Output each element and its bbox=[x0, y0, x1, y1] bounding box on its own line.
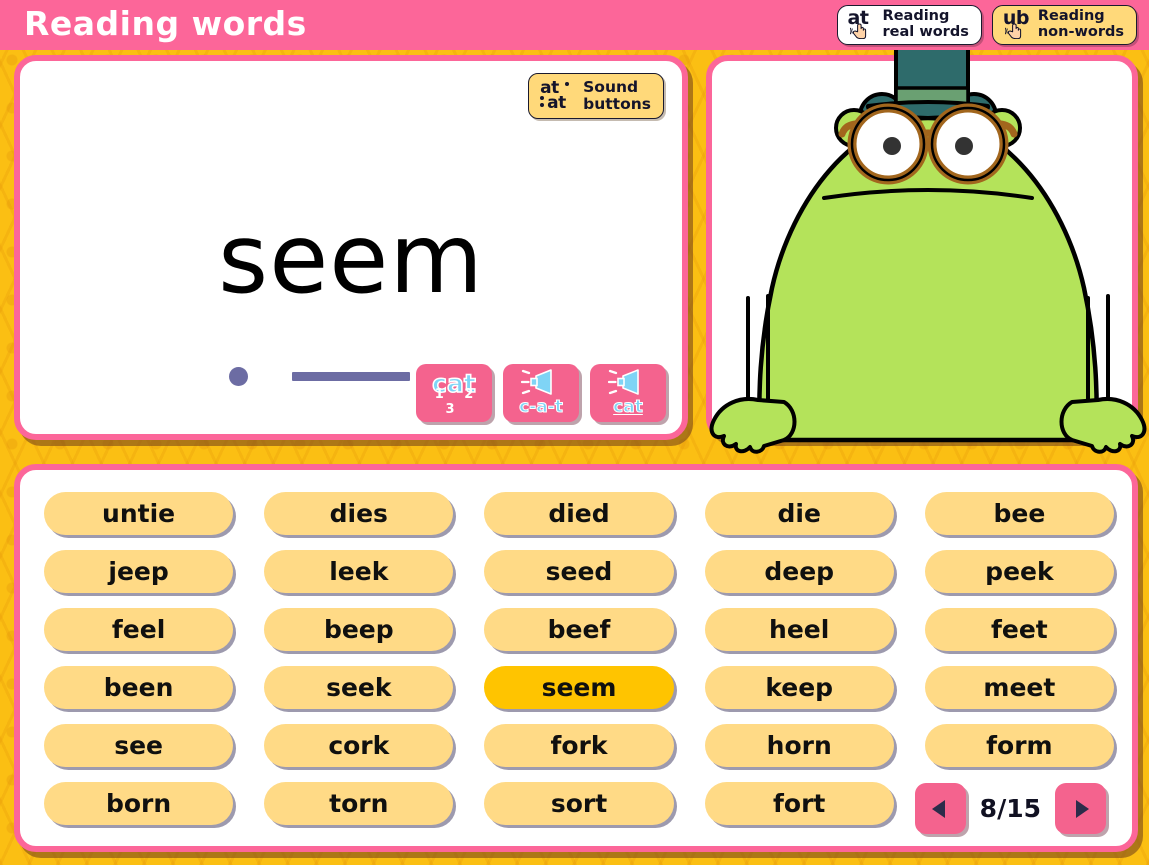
phoneme-bar-ee bbox=[292, 371, 410, 381]
sound-buttons-chip[interactable]: at at Sound buttons bbox=[528, 73, 664, 119]
frog-pupil-left bbox=[883, 137, 901, 155]
word-chip[interactable]: beep bbox=[264, 607, 454, 651]
cat-123-icon-numbers: 1 2 3 bbox=[434, 387, 482, 417]
word-chip[interactable]: feet bbox=[924, 607, 1114, 651]
word-chip[interactable]: feel bbox=[44, 607, 234, 651]
word-action-button-row: cat 1 2 3 c-a-t cat bbox=[416, 364, 666, 422]
word-chip[interactable]: untie bbox=[44, 491, 234, 535]
word-chip[interactable]: born bbox=[44, 781, 234, 825]
mode-button-group: at Reading real words ub Reading non-wor… bbox=[836, 5, 1137, 45]
word-chip[interactable]: peek bbox=[924, 549, 1114, 593]
mode-button-reading-real-words[interactable]: at Reading real words bbox=[836, 5, 982, 45]
word-grid-panel: untie dies died die bee jeep leek seed deep peek f… bbox=[14, 464, 1138, 852]
word-chip[interactable]: sort bbox=[484, 781, 674, 825]
word-chip[interactable]: heel bbox=[704, 607, 894, 651]
word-chip[interactable]: die bbox=[704, 491, 894, 535]
app-header: Reading words at Reading real words ub R… bbox=[0, 0, 1149, 50]
word-display-panel: at at Sound buttons seem cat 1 2 3 c-a-t… bbox=[14, 55, 688, 440]
word-chip[interactable]: torn bbox=[264, 781, 454, 825]
word-chip[interactable]: form bbox=[924, 723, 1114, 767]
prev-page-button[interactable] bbox=[914, 783, 966, 834]
mode-button-reading-non-words[interactable]: ub Reading non-words bbox=[991, 5, 1137, 45]
frog-right-hand bbox=[1059, 397, 1147, 454]
sound-icon-dot bbox=[565, 82, 570, 86]
pointing-hand-glyph bbox=[1004, 23, 1021, 39]
page-title: Reading words bbox=[24, 4, 307, 43]
word-chip[interactable]: keep bbox=[704, 665, 894, 709]
word-chip[interactable]: died bbox=[484, 491, 674, 535]
frog-teacher-character bbox=[709, 10, 1147, 454]
sound-buttons-icon: at at bbox=[537, 78, 577, 114]
word-chip[interactable]: seek bbox=[264, 665, 454, 709]
at-hand-icon: at bbox=[846, 7, 876, 42]
mode-button-label: Reading real words bbox=[882, 8, 969, 40]
sound-icon-dot bbox=[540, 96, 545, 100]
speaker-icon bbox=[521, 369, 552, 395]
word-chip[interactable]: been bbox=[44, 665, 234, 709]
word-chip[interactable]: horn bbox=[704, 723, 894, 767]
frog-body bbox=[757, 115, 1099, 443]
speaker-icon bbox=[608, 369, 639, 395]
sound-out-word-button[interactable]: c-a-t bbox=[503, 364, 579, 422]
word-chip[interactable]: see bbox=[44, 723, 234, 767]
word-chip[interactable]: beef bbox=[484, 607, 674, 651]
frog-pupil-right bbox=[955, 137, 973, 155]
word-chip[interactable]: fork bbox=[484, 723, 674, 767]
word-chip[interactable]: dies bbox=[264, 491, 454, 535]
character-clip bbox=[706, 10, 1147, 454]
word-chip[interactable]: seed bbox=[484, 549, 674, 593]
sound-buttons-toggle-button[interactable]: cat 1 2 3 bbox=[416, 364, 492, 422]
sound-buttons-chip-label: Sound buttons bbox=[583, 78, 651, 113]
pager: 8/15 bbox=[914, 783, 1106, 834]
word-chip[interactable]: meet bbox=[924, 665, 1114, 709]
word-chip[interactable]: bee bbox=[924, 491, 1114, 535]
word-chip[interactable]: cork bbox=[264, 723, 454, 767]
sound-icon-letters-bottom: at bbox=[547, 93, 566, 113]
next-page-button[interactable] bbox=[1055, 783, 1106, 834]
ub-hand-icon: ub bbox=[1001, 7, 1031, 42]
app-root: Reading words at Reading real words ub R… bbox=[0, 0, 1149, 865]
word-chip[interactable]: jeep bbox=[44, 549, 234, 593]
word-grid: untie dies died die bee jeep leek seed deep peek f… bbox=[44, 484, 1114, 832]
triangle-right-icon bbox=[1075, 799, 1089, 818]
page-counter: 8/15 bbox=[979, 794, 1041, 823]
word-chip[interactable]: deep bbox=[704, 549, 894, 593]
word-chip[interactable]: seem bbox=[484, 665, 674, 709]
say-word-button[interactable]: cat bbox=[590, 364, 666, 422]
pointing-hand-glyph bbox=[849, 23, 866, 39]
mode-button-label: Reading non-words bbox=[1037, 8, 1124, 40]
say-word-label: cat bbox=[613, 397, 644, 418]
sound-out-label: c-a-t bbox=[519, 397, 564, 418]
word-chip[interactable]: leek bbox=[264, 549, 454, 593]
sound-icon-dot bbox=[540, 103, 545, 107]
phoneme-dot-s bbox=[229, 366, 248, 386]
current-word-display: seem bbox=[218, 203, 484, 315]
character-panel bbox=[706, 10, 1147, 454]
triangle-left-icon bbox=[932, 799, 946, 818]
word-chip[interactable]: fort bbox=[704, 781, 894, 825]
frog-left-hand bbox=[709, 397, 797, 454]
